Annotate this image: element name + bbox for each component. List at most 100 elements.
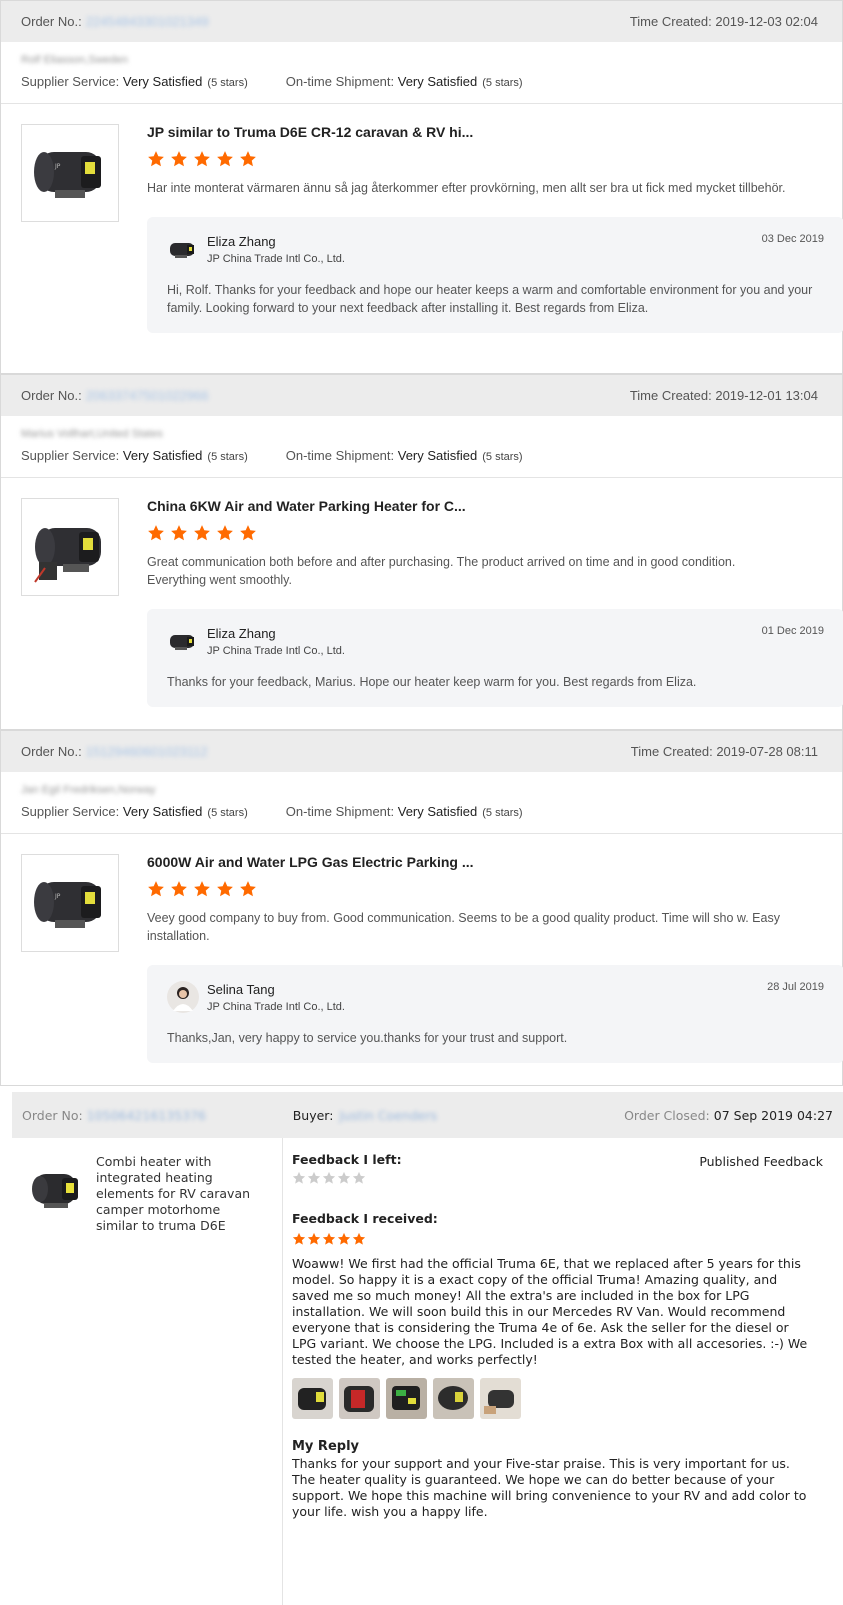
star-icon — [147, 880, 165, 901]
star-icon — [147, 524, 165, 545]
review-body: JP JP similar to Truma D6E CR-12 caravan … — [1, 104, 843, 353]
shipment-stars: (5 stars) — [482, 77, 523, 89]
feedback-photo-3[interactable] — [386, 1378, 427, 1419]
review-comment: Great communication both before and afte… — [147, 555, 736, 587]
star-icon — [352, 1232, 366, 1250]
order-no-label: Order No.: — [21, 744, 82, 759]
shipment-label: On-time Shipment: — [285, 74, 395, 89]
star-icon — [337, 1171, 351, 1189]
star-icon — [170, 524, 188, 545]
supplier-service-label: Supplier Service: — [21, 448, 120, 463]
review-comment: Har inte monterat värmaren ännu så jag å… — [147, 181, 786, 195]
review-header: Order No.: 22454843301021349 Time Created:… — [1, 1, 842, 42]
seller-reply: Eliza Zhang JP China Trade Intl Co., Ltd.… — [147, 609, 843, 707]
reply-company: JP China Trade Intl Co., Ltd. — [207, 644, 345, 657]
supplier-service-value: Very Satisfied — [122, 74, 203, 89]
time-created-label: Time Created: — [629, 388, 712, 403]
feedback-photo-4[interactable] — [433, 1378, 474, 1419]
time-created-label: Time Created: — [629, 14, 712, 29]
time-created-value: 2019-07-28 08:11 — [716, 744, 818, 759]
heater-product-icon[interactable] — [24, 1166, 86, 1212]
star-icon — [216, 880, 234, 901]
buyer-name: Rolf Eliasson,Sweden — [21, 54, 129, 66]
avatar-icon — [167, 625, 199, 657]
order-product-column: Combi heater with integrated heating ele… — [12, 1138, 282, 1605]
star-icon — [292, 1171, 306, 1189]
order-no-label: Order No: — [22, 1107, 83, 1123]
feedback-photo-5[interactable] — [480, 1378, 521, 1419]
supplier-service-stars: (5 stars) — [207, 77, 248, 89]
buyer-name: Marius Vollhart,United States — [21, 428, 163, 440]
reply-date: 01 Dec 2019 — [761, 625, 824, 637]
star-icon — [337, 1232, 351, 1250]
product-title-link[interactable]: 6000W Air and Water LPG Gas Electric Par… — [147, 854, 822, 870]
order-no-label: Order No.: — [21, 14, 82, 29]
star-icon — [352, 1171, 366, 1189]
feedback-photo-2[interactable] — [339, 1378, 380, 1419]
reply-author-name: Eliza Zhang — [207, 625, 276, 641]
supplier-service-label: Supplier Service: — [21, 804, 120, 819]
rating-stars — [147, 524, 822, 545]
star-icon — [239, 524, 257, 545]
star-icon — [322, 1171, 336, 1189]
star-icon — [307, 1171, 321, 1189]
order-no-link[interactable]: 105064216135376 — [87, 1108, 269, 1123]
order-feedback-header: Order No: 105064216135376 Buyer: Justin … — [12, 1092, 843, 1138]
review-card: Order No.: 20633747501022966 Time Created:… — [0, 374, 843, 730]
product-title-link[interactable]: China 6KW Air and Water Parking Heater f… — [147, 498, 822, 514]
star-icon — [292, 1232, 306, 1250]
star-icon — [170, 880, 188, 901]
review-body: JP 6000W Air and Water LPG Gas Electric P… — [1, 834, 843, 1083]
shipment-value: Very Satisfied — [397, 448, 478, 463]
service-ratings: Supplier Service: Very Satisfied (5 stars… — [1, 68, 842, 104]
shipment-value: Very Satisfied — [397, 74, 478, 89]
reply-author-name: Selina Tang — [207, 981, 275, 997]
my-reply-label: My Reply — [292, 1439, 359, 1454]
seller-reply: Selina Tang JP China Trade Intl Co., Ltd.… — [147, 965, 843, 1063]
svg-text:JP: JP — [54, 163, 61, 170]
star-icon — [193, 880, 211, 901]
avatar-icon — [167, 233, 199, 265]
supplier-service-label: Supplier Service: — [21, 74, 120, 89]
order-no-link[interactable]: 22454843301021349 — [86, 14, 209, 29]
feedback-column: Feedback I left: Published Feedback Feed… — [282, 1138, 843, 1605]
review-card: Order No.: 22454843301021349 Time Created:… — [0, 0, 843, 374]
shipment-label: On-time Shipment: — [285, 448, 395, 463]
order-closed-label: Order Closed: — [624, 1107, 710, 1123]
supplier-service-stars: (5 stars) — [207, 451, 248, 463]
avatar-icon — [167, 981, 199, 1013]
supplier-service-value: Very Satisfied — [122, 448, 203, 463]
service-ratings: Supplier Service: Very Satisfied (5 stars… — [1, 442, 842, 478]
order-product-name[interactable]: Combi heater with integrated heating ele… — [96, 1154, 266, 1234]
star-icon — [216, 524, 234, 545]
order-no-link[interactable]: 15129460601023112 — [86, 744, 208, 759]
reply-date: 28 Jul 2019 — [767, 981, 824, 993]
reply-company: JP China Trade Intl Co., Ltd. — [207, 252, 345, 265]
review-body: China 6KW Air and Water Parking Heater f… — [1, 478, 843, 727]
feedback-left-stars — [292, 1171, 833, 1189]
review-header: Order No.: 15129460601023112 Time Created:… — [1, 731, 842, 772]
review-card: Order No.: 15129460601023112 Time Created:… — [0, 730, 843, 1086]
reply-date: 03 Dec 2019 — [761, 233, 824, 245]
feedback-photo-1[interactable] — [292, 1378, 333, 1419]
order-closed-date: 07 Sep 2019 04:27 — [713, 1107, 833, 1123]
heater-product-icon[interactable]: JP — [21, 124, 119, 222]
heater-product-icon[interactable] — [21, 498, 119, 596]
star-icon — [193, 150, 211, 171]
service-ratings: Supplier Service: Very Satisfied (5 stars… — [1, 798, 842, 834]
buyer-link[interactable]: Justin Coenders — [339, 1108, 437, 1123]
product-title-link[interactable]: JP similar to Truma D6E CR-12 caravan & … — [147, 124, 822, 140]
seller-reply: Eliza Zhang JP China Trade Intl Co., Ltd.… — [147, 217, 843, 333]
star-icon — [307, 1232, 321, 1250]
shipment-stars: (5 stars) — [482, 451, 523, 463]
shipment-label: On-time Shipment: — [285, 804, 395, 819]
supplier-service-stars: (5 stars) — [207, 807, 248, 819]
reply-text: Thanks,Jan, very happy to service you.th… — [167, 1031, 568, 1045]
order-no-link[interactable]: 20633747501022966 — [86, 388, 209, 403]
heater-product-icon[interactable]: JP — [21, 854, 119, 952]
published-feedback-label: Published Feedback — [699, 1154, 823, 1169]
feedback-received-text: Woaww! We first had the official Truma 6… — [292, 1256, 808, 1367]
star-icon — [216, 150, 234, 171]
buyer-label: Buyer: — [292, 1107, 334, 1123]
shipment-stars: (5 stars) — [482, 807, 523, 819]
